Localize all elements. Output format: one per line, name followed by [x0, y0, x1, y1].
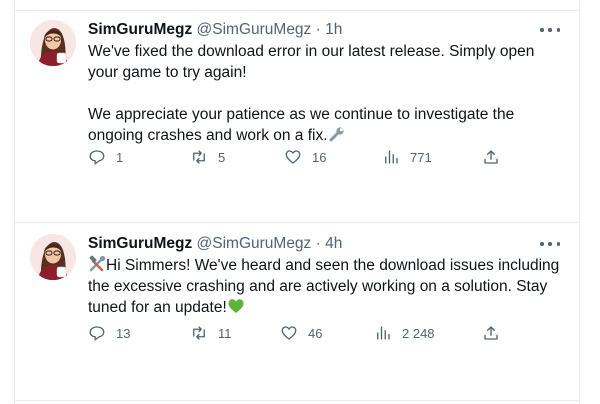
tweet-paragraph: Hi Simmers! We've heard and seen the dow… [88, 255, 568, 318]
separator: · [315, 235, 321, 252]
tweet-header: SimGuruMegz @SimGuruMegz · 1h [88, 20, 342, 40]
user-handle[interactable]: @SimGuruMegz [197, 21, 312, 38]
avatar-image [30, 234, 76, 280]
share-icon [484, 326, 498, 340]
share-button[interactable] [482, 323, 500, 343]
separator: · [315, 21, 321, 38]
tweet[interactable]: SimGuruMegz @SimGuruMegz · 1h We've fixe… [14, 0, 580, 222]
like-count: 16 [312, 149, 327, 165]
tweet-paragraph: We appreciate your patience as we contin… [88, 104, 568, 146]
reply-icon [89, 150, 105, 165]
tweet-paragraph: We've fixed the download error in our la… [88, 43, 535, 81]
hammer-and-wrench-icon [89, 255, 106, 272]
retweet-button[interactable]: 5 [190, 147, 225, 167]
avatar[interactable] [30, 20, 76, 66]
divider [14, 400, 580, 401]
heart-icon [281, 326, 297, 340]
reply-icon [89, 326, 105, 341]
views-icon [385, 150, 398, 164]
avatar-image [30, 20, 76, 66]
tweet-paragraph-text: We appreciate your patience as we contin… [88, 106, 515, 144]
tweet-text: We've fixed the download error in our la… [88, 41, 568, 146]
display-name[interactable]: SimGuruMegz [88, 21, 192, 38]
green-heart-icon [228, 299, 244, 313]
views-button[interactable]: 771 [382, 147, 432, 167]
reply-button[interactable]: 13 [88, 323, 130, 343]
timestamp[interactable]: 4h [325, 235, 342, 252]
retweet-count: 11 [218, 325, 232, 341]
avatar[interactable] [30, 234, 76, 280]
more-options-icon[interactable] [540, 24, 560, 36]
tweet-paragraph-text: Hi Simmers! We've heard and seen the dow… [88, 257, 560, 316]
retweet-count: 5 [218, 149, 226, 165]
more-options-icon[interactable] [540, 238, 560, 250]
tweet-actions: 13 11 46 2 248 [88, 323, 498, 343]
retweet-icon [193, 150, 205, 164]
display-name[interactable]: SimGuruMegz [88, 235, 192, 252]
views-button[interactable]: 2 248 [374, 323, 435, 343]
tweet-text: Hi Simmers! We've heard and seen the dow… [88, 255, 568, 318]
tweet[interactable]: SimGuruMegz @SimGuruMegz · 4h Hi Simmers… [14, 222, 580, 400]
like-button[interactable]: 46 [280, 323, 322, 343]
heart-icon [285, 150, 301, 164]
retweet-icon [193, 326, 205, 340]
retweet-button[interactable]: 11 [190, 323, 232, 343]
timeline: SimGuruMegz @SimGuruMegz · 1h We've fixe… [0, 0, 600, 404]
view-count: 771 [410, 149, 432, 165]
tweet-actions: 1 5 16 771 [88, 147, 498, 167]
user-handle[interactable]: @SimGuruMegz [197, 235, 312, 252]
reply-count: 13 [116, 325, 131, 341]
like-count: 46 [308, 325, 323, 341]
reply-button[interactable]: 1 [88, 147, 123, 167]
share-icon [484, 150, 498, 164]
like-button[interactable]: 16 [284, 147, 326, 167]
views-icon [377, 326, 390, 340]
wrench-icon [329, 127, 344, 142]
view-count: 2 248 [402, 325, 435, 341]
tweet-header: SimGuruMegz @SimGuruMegz · 4h [88, 234, 342, 254]
share-button[interactable] [482, 147, 500, 167]
reply-count: 1 [116, 149, 124, 165]
timestamp[interactable]: 1h [325, 21, 342, 38]
